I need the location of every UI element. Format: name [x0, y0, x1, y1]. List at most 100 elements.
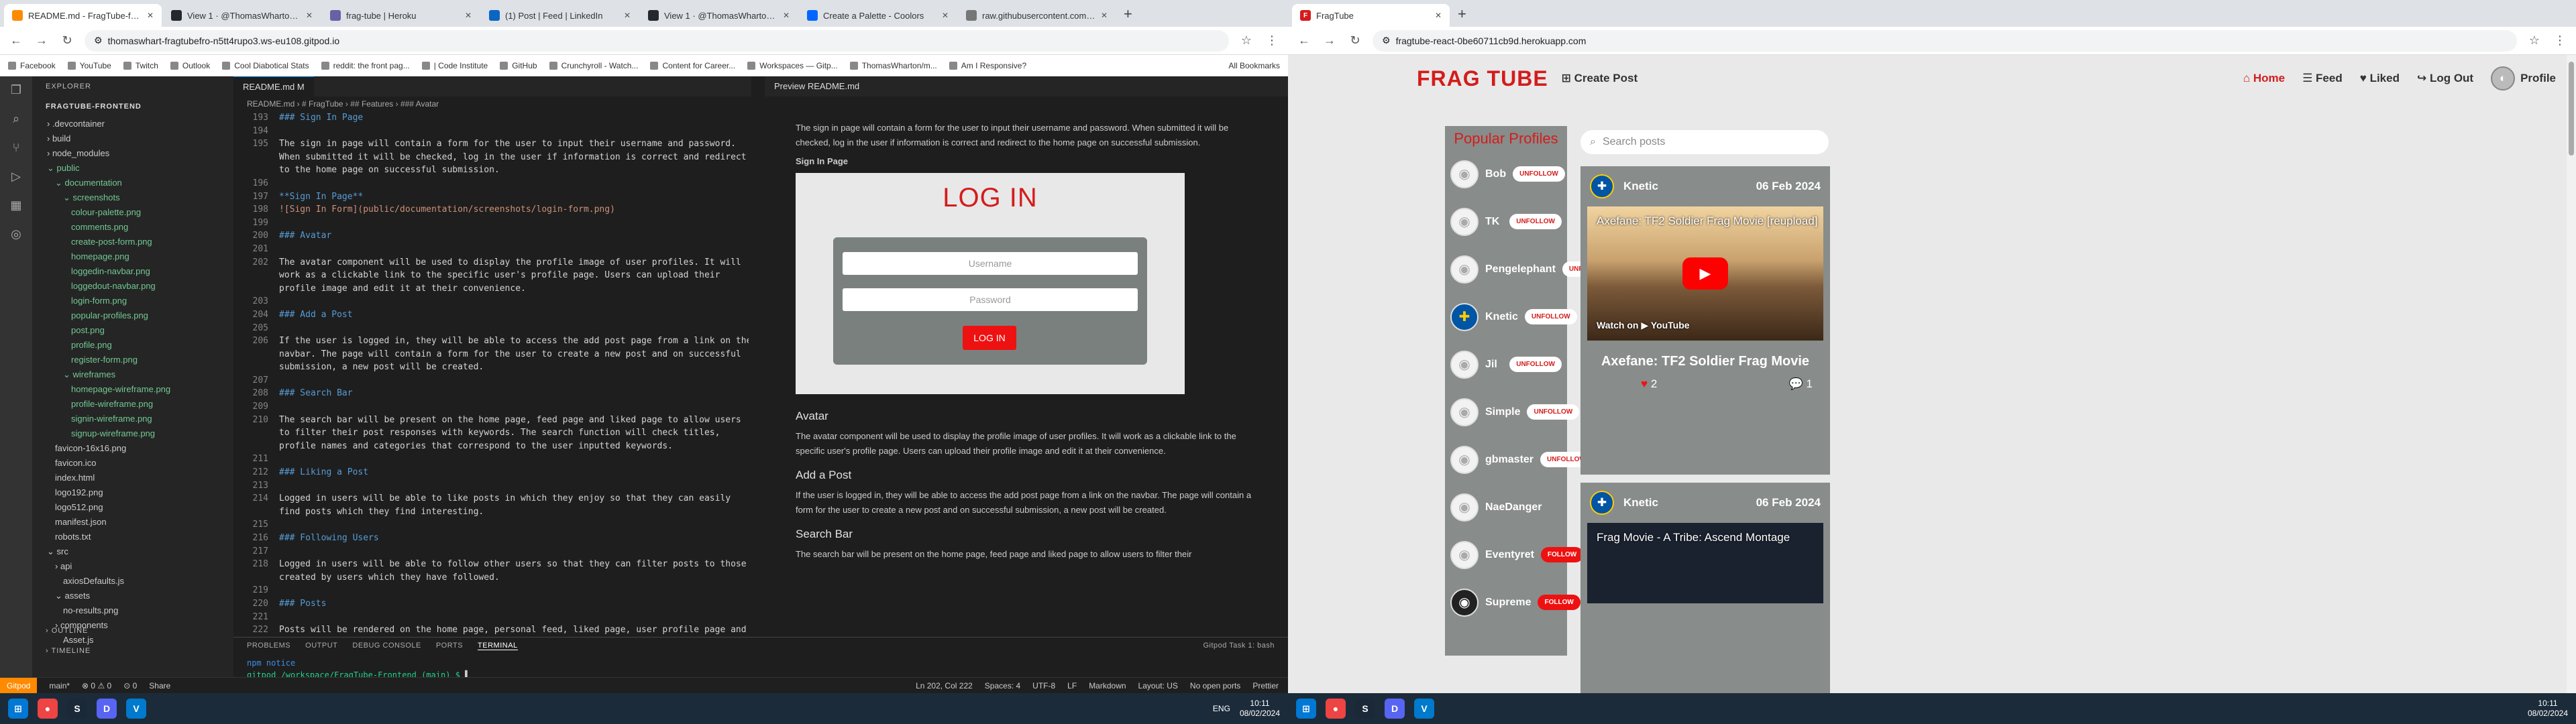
steam-icon[interactable]: S	[1355, 699, 1375, 719]
avatar[interactable]: ◉	[1450, 350, 1479, 379]
close-icon[interactable]: ✕	[624, 11, 631, 20]
avatar[interactable]: ◉	[1450, 207, 1479, 236]
file-tree-item[interactable]: manifest.json	[32, 515, 233, 530]
file-tree-item[interactable]: axiosDefaults.js	[32, 574, 233, 589]
browser-tab[interactable]: (1) Post | Feed | LinkedIn ✕	[481, 4, 639, 27]
file-tree-item[interactable]: colour-palette.png	[32, 205, 233, 220]
unfollow-button[interactable]: UNFOLLOW	[1509, 357, 1562, 372]
browser-tab[interactable]: View 1 · @ThomasWharton's h ✕	[640, 4, 798, 27]
file-tree-item[interactable]: › api	[32, 559, 233, 574]
back-icon[interactable]: ←	[1296, 34, 1312, 48]
problems-count[interactable]: ⊗ 0 ⚠ 0	[82, 681, 111, 690]
new-tab-icon[interactable]: +	[1117, 5, 1139, 27]
new-tab-icon[interactable]: +	[1451, 5, 1473, 27]
post-author[interactable]: Knetic	[1623, 496, 1658, 509]
scrollbar-thumb[interactable]	[2569, 62, 2574, 156]
nav-link[interactable]: ♥ Liked	[2360, 72, 2400, 85]
line-ending[interactable]: LF	[1067, 681, 1077, 690]
close-icon[interactable]: ✕	[1435, 11, 1442, 20]
tab-fragtube[interactable]: F FragTube ✕	[1292, 4, 1450, 27]
avatar[interactable]: ◉	[1450, 493, 1479, 522]
input-language[interactable]: ENG	[1213, 704, 1230, 713]
nav-link[interactable]: ↪ Log Out	[2417, 72, 2473, 85]
file-tree-item[interactable]: no-results.png	[32, 603, 233, 618]
remote-icon[interactable]: ◎	[11, 227, 21, 241]
run-debug-icon[interactable]: ▷	[11, 170, 21, 184]
share-button[interactable]: Share	[149, 681, 170, 690]
start-icon[interactable]: ⊞	[8, 699, 28, 719]
profile-name[interactable]: TK	[1485, 216, 1503, 228]
file-tree-item[interactable]: ⌄ screenshots	[32, 190, 233, 205]
comments[interactable]: 💬 1	[1789, 377, 1813, 391]
file-tree-item[interactable]: index.html	[32, 471, 233, 485]
menu-icon[interactable]: ⋮	[2552, 34, 2568, 48]
avatar[interactable]: ◉	[1450, 588, 1479, 617]
bookmark-item[interactable]: Cool Diabotical Stats	[222, 61, 309, 70]
explorer-icon[interactable]: ❐	[11, 83, 21, 97]
profile-name[interactable]: Eventyret	[1485, 549, 1534, 561]
file-tree-item[interactable]: logo512.png	[32, 500, 233, 515]
timeline-section[interactable]: › TIMELINE	[32, 641, 233, 661]
clock[interactable]: 10:11 08/02/2024	[2528, 699, 2568, 719]
file-tree-item[interactable]: › .devcontainer	[32, 117, 233, 131]
bookmark-item[interactable]: GitHub	[500, 61, 537, 70]
file-tree-item[interactable]: profile-wireframe.png	[32, 397, 233, 412]
post-title[interactable]: Axefane: TF2 Soldier Frag Movie	[1580, 354, 1830, 369]
bookmark-item[interactable]: ThomasWharton/m...	[850, 61, 937, 70]
encoding[interactable]: UTF-8	[1032, 681, 1055, 690]
bookmark-item[interactable]: Outlook	[170, 61, 210, 70]
code-editor[interactable]: 193 194 195 196 197 198 199 200 201 202 203 204 205 2…	[233, 111, 751, 637]
file-tree-item[interactable]: logo192.png	[32, 485, 233, 500]
panel-tab[interactable]: OUTPUT	[305, 642, 337, 650]
vscode-icon[interactable]: V	[1414, 699, 1434, 719]
page-scrollbar[interactable]	[2567, 55, 2576, 693]
profile-name[interactable]: Supreme	[1485, 597, 1531, 609]
close-icon[interactable]: ✕	[465, 11, 472, 20]
open-ports[interactable]: No open ports	[1190, 681, 1240, 690]
file-tree-item[interactable]: register-form.png	[32, 353, 233, 367]
bookmark-item[interactable]: Twitch	[123, 61, 158, 70]
bookmark-item[interactable]: YouTube	[68, 61, 111, 70]
panel-tab[interactable]: TERMINAL	[478, 642, 518, 650]
file-tree-item[interactable]: robots.txt	[32, 530, 233, 544]
close-icon[interactable]: ✕	[783, 11, 790, 20]
fragtube-logo[interactable]: FRAG TUBE	[1417, 66, 1548, 91]
avatar[interactable]: ◉	[1450, 540, 1479, 569]
reload-icon[interactable]: ↻	[1347, 34, 1363, 48]
file-tree-item[interactable]: ⌄ public	[32, 161, 233, 176]
clock[interactable]: 10:11 08/02/2024	[1240, 699, 1280, 719]
steam-icon[interactable]: S	[67, 699, 87, 719]
close-icon[interactable]: ✕	[942, 11, 949, 20]
avatar[interactable]: ◉	[1450, 398, 1479, 426]
search-icon[interactable]: ⌕	[13, 112, 19, 126]
file-tree-item[interactable]: › node_modules	[32, 146, 233, 161]
discord-icon[interactable]: D	[97, 699, 117, 719]
file-tree-item[interactable]: favicon-16x16.png	[32, 441, 233, 456]
forward-icon[interactable]: →	[34, 34, 50, 48]
editor-tab-readme[interactable]: README.md M	[233, 76, 314, 97]
follow-button[interactable]: FOLLOW	[1538, 595, 1580, 610]
video-embed[interactable]: Axefane: TF2 Soldier Frag Movie [reuploa…	[1587, 206, 1823, 341]
file-tree-item[interactable]: signup-wireframe.png	[32, 426, 233, 441]
site-info-icon[interactable]: ⚙	[94, 35, 103, 46]
bookmark-item[interactable]: Facebook	[8, 61, 56, 70]
discord-icon[interactable]: D	[1385, 699, 1405, 719]
forward-icon[interactable]: →	[1322, 34, 1338, 48]
bookmark-item[interactable]: Am I Responsive?	[949, 61, 1026, 70]
follow-button[interactable]: FOLLOW	[1540, 547, 1584, 562]
file-tree-item[interactable]: login-form.png	[32, 294, 233, 308]
video-title[interactable]: Axefane: TF2 Soldier Frag Movie [reuploa…	[1597, 215, 1817, 228]
bookmark-item[interactable]: Workspaces — Gitp...	[747, 61, 837, 70]
avatar[interactable]: ◉	[1450, 160, 1479, 188]
url-field[interactable]: ⚙ thomaswhart-fragtubefro-n5tt4rupo3.ws-e…	[85, 29, 1229, 52]
file-tree-item[interactable]: popular-profiles.png	[32, 308, 233, 323]
watch-on-youtube[interactable]: Watch on ▶ YouTube	[1597, 320, 1690, 331]
likes[interactable]: ♥ 2	[1641, 377, 1657, 391]
profile-name[interactable]: Pengelephant	[1485, 263, 1556, 276]
star-icon[interactable]: ☆	[2526, 34, 2542, 48]
profile-name[interactable]: Simple	[1485, 406, 1520, 418]
explorer-root[interactable]: FRAGTUBE-FRONTEND	[32, 97, 233, 117]
close-icon[interactable]: ✕	[1101, 11, 1108, 20]
language-mode[interactable]: Markdown	[1089, 681, 1126, 690]
ports-count[interactable]: ⊙ 0	[123, 681, 137, 690]
